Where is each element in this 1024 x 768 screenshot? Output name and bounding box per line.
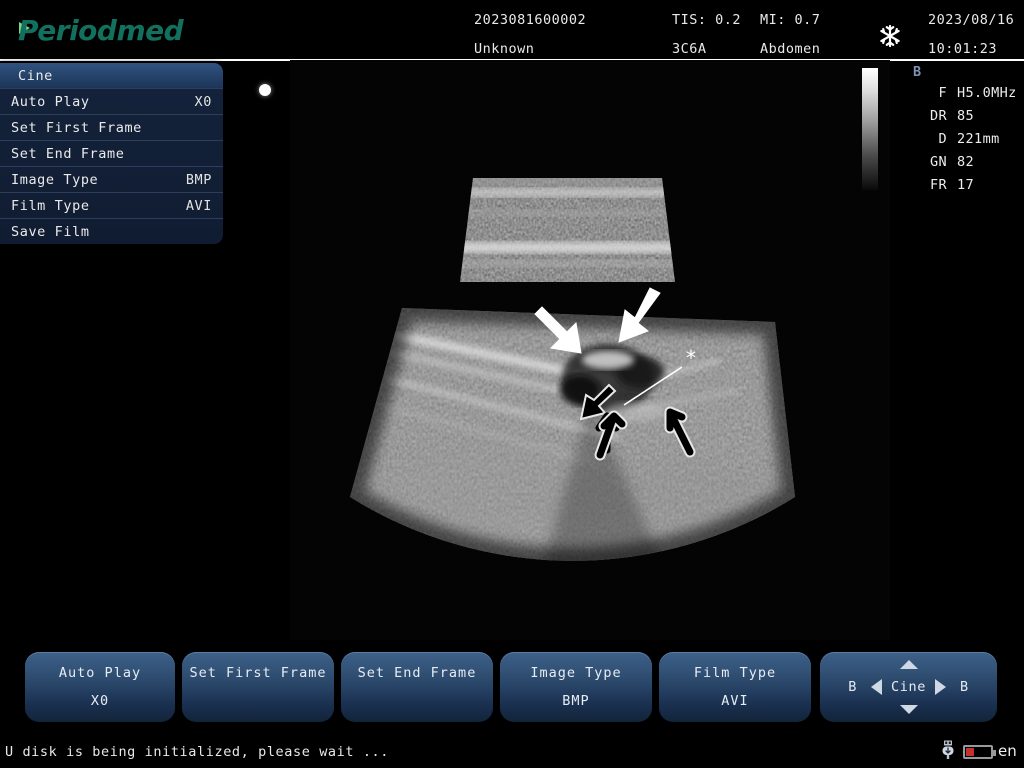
- toolbar-button-label: Auto Play: [58, 665, 142, 681]
- menu-item-save-film[interactable]: Save Film: [0, 219, 223, 244]
- imaging-parameters-panel: B F H5.0MHz DR 85 D 221mm GN 82 FR 17: [913, 64, 1023, 200]
- asterisk-marker: *: [686, 346, 696, 370]
- param-row-depth: D 221mm: [913, 131, 1023, 147]
- param-key: GN: [929, 154, 947, 170]
- menu-item-label: Image Type: [11, 171, 99, 188]
- menu-item-label: Save Film: [11, 223, 90, 240]
- toolbar-button-label: Image Type: [530, 665, 622, 681]
- probe-model: 3C6A: [672, 41, 707, 57]
- toolbar-button-set-end-frame[interactable]: Set End Frame: [341, 652, 493, 722]
- menu-title-label: Cine: [18, 67, 53, 84]
- param-row-gain: GN 82: [913, 154, 1023, 170]
- param-key: F: [938, 85, 947, 101]
- imaging-mode-label: B: [913, 64, 922, 80]
- mi-value: MI: 0.7: [760, 12, 821, 28]
- menu-item-label: Set First Frame: [11, 119, 142, 136]
- brand-logo: Periodmed: [18, 14, 184, 47]
- toolbar-button-label: Set End Frame: [357, 665, 477, 681]
- usb-icon[interactable]: [940, 740, 956, 760]
- bottom-toolbar: Auto Play X0 Set First Frame Set End Fra…: [0, 652, 1024, 726]
- menu-item-set-end-frame[interactable]: Set End Frame: [0, 141, 223, 167]
- chevron-down-icon[interactable]: [899, 705, 918, 714]
- toolbar-button-value: X0: [90, 693, 110, 709]
- grayscale-bar: [862, 68, 878, 190]
- menu-item-label: Film Type: [11, 197, 90, 214]
- toolbar-button-auto-play[interactable]: Auto Play X0: [25, 652, 175, 722]
- orientation-dot-icon: [259, 84, 271, 96]
- cine-right-mode-label: B: [959, 679, 969, 695]
- chevron-right-icon[interactable]: [934, 679, 946, 695]
- param-row-dynamic-range: DR 85: [913, 108, 1023, 124]
- tis-value: TIS: 0.2: [672, 12, 742, 28]
- status-message: U disk is being initialized, please wait…: [5, 744, 390, 760]
- menu-item-image-type[interactable]: Image Type BMP: [0, 167, 223, 193]
- menu-item-set-first-frame[interactable]: Set First Frame: [0, 115, 223, 141]
- param-row-frame-rate: FR 17: [913, 177, 1023, 193]
- menu-item-auto-play[interactable]: Auto Play X0: [0, 89, 223, 115]
- battery-icon: [963, 745, 996, 759]
- toolbar-button-set-first-frame[interactable]: Set First Frame: [182, 652, 334, 722]
- menu-item-value: X0: [194, 93, 212, 110]
- toolbar-button-value: BMP: [562, 693, 590, 709]
- menu-title: Cine: [0, 63, 223, 89]
- cine-center-label: Cine: [891, 679, 926, 695]
- param-key: FR: [929, 177, 947, 193]
- menu-item-film-type[interactable]: Film Type AVI: [0, 193, 223, 219]
- cine-menu-panel[interactable]: Cine Auto Play X0 Set First Frame Set En…: [0, 63, 223, 244]
- top-header-bar: Periodmed 2023081600002 Unknown TIS: 0.2…: [0, 0, 1024, 60]
- param-value: H5.0MHz: [957, 85, 1017, 101]
- battery-level-fill: [966, 748, 974, 756]
- param-row-frequency: F H5.0MHz: [913, 85, 1023, 101]
- menu-item-label: Set End Frame: [11, 145, 125, 162]
- system-time: 10:01:23: [928, 41, 998, 57]
- chevron-left-icon[interactable]: [871, 679, 883, 695]
- patient-name: Unknown: [474, 41, 535, 57]
- system-date: 2023/08/16: [928, 12, 1015, 28]
- toolbar-button-image-type[interactable]: Image Type BMP: [500, 652, 652, 722]
- menu-item-label: Auto Play: [11, 93, 90, 110]
- menu-item-value: AVI: [185, 197, 212, 214]
- toolbar-cine-control[interactable]: B Cine B: [820, 652, 997, 722]
- language-indicator[interactable]: en: [998, 742, 1017, 760]
- toolbar-button-film-type[interactable]: Film Type AVI: [659, 652, 811, 722]
- ultrasound-image[interactable]: *: [290, 60, 890, 640]
- param-value: 221mm: [957, 131, 1000, 147]
- param-value: 85: [957, 108, 975, 124]
- toolbar-button-label: Film Type: [693, 665, 777, 681]
- toolbar-button-value: AVI: [721, 693, 749, 709]
- param-value: 82: [957, 154, 975, 170]
- param-key: D: [938, 131, 947, 147]
- param-value: 17: [957, 177, 975, 193]
- param-key: DR: [929, 108, 947, 124]
- snowflake-icon: [880, 24, 900, 48]
- cine-left-mode-label: B: [848, 679, 858, 695]
- patient-id: 2023081600002: [474, 12, 587, 28]
- toolbar-button-label: Set First Frame: [189, 665, 327, 681]
- chevron-up-icon[interactable]: [899, 660, 918, 669]
- menu-item-value: BMP: [185, 171, 212, 188]
- exam-preset: Abdomen: [760, 41, 821, 57]
